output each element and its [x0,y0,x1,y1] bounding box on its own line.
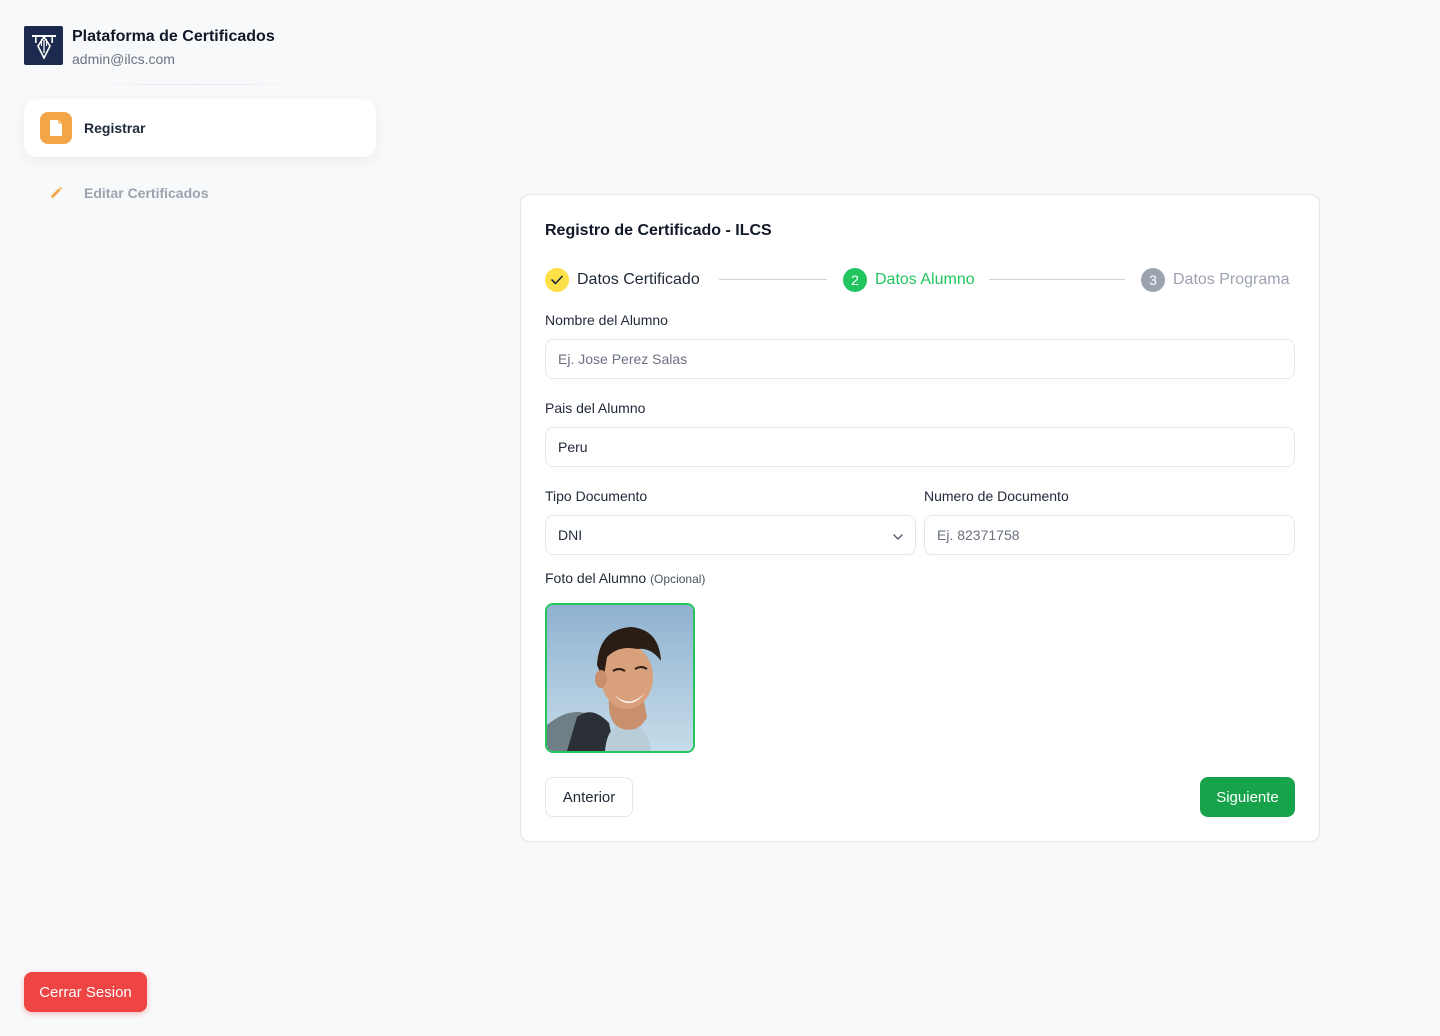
registration-card: Registro de Certificado - ILCS Datos Cer… [520,194,1320,842]
pais-label: Pais del Alumno [545,400,646,416]
pen-nib-icon [24,26,63,65]
step-datos-programa[interactable]: 3 Datos Programa [1141,267,1290,293]
chevron-down-icon [893,527,903,543]
sidebar-item-registrar[interactable]: Registrar [24,99,376,157]
document-icon [40,112,72,144]
brand: Plataforma de Certificados admin@ilcs.co… [24,26,275,68]
sidebar: Plataforma de Certificados admin@ilcs.co… [0,0,400,1036]
anterior-button[interactable]: Anterior [545,777,633,817]
foto-label: Foto del Alumno (Opcional) [545,570,705,586]
optional-tag: (Opcional) [650,572,706,586]
pencil-icon [40,177,72,209]
siguiente-button[interactable]: Siguiente [1200,777,1295,817]
pais-input[interactable] [545,427,1295,467]
tipo-documento-select[interactable]: DNI [545,515,916,555]
sidebar-item-editar-certificados[interactable]: Editar Certificados [24,164,376,222]
step-label: Datos Certificado [577,271,700,288]
check-icon [545,268,569,292]
step-number: 2 [843,268,867,292]
form-title: Registro de Certificado - ILCS [545,222,772,239]
selected-value: DNI [558,527,583,543]
brand-text: Plataforma de Certificados admin@ilcs.co… [72,26,275,68]
foto-label-text: Foto del Alumno [545,570,647,586]
student-photo[interactable] [545,603,695,753]
nombre-input[interactable] [545,339,1295,379]
step-number: 3 [1141,268,1165,292]
numero-documento-label: Numero de Documento [924,488,1069,504]
step-datos-alumno[interactable]: 2 Datos Alumno [843,267,975,293]
user-email: admin@ilcs.com [72,51,175,67]
tipo-documento-label: Tipo Documento [545,488,648,504]
avatar [547,605,693,751]
nombre-label: Nombre del Alumno [545,312,668,328]
step-label: Datos Alumno [875,271,975,288]
step-datos-certificado[interactable]: Datos Certificado [545,267,700,293]
sidebar-divider [70,84,320,85]
step-label: Datos Programa [1173,271,1290,288]
sidebar-item-label: Registrar [84,120,146,136]
step-connector [719,279,827,280]
sidebar-item-label: Editar Certificados [84,185,209,201]
logout-button[interactable]: Cerrar Sesion [24,972,147,1012]
step-connector [989,279,1125,280]
numero-documento-input[interactable] [924,515,1295,555]
brand-title: Plataforma de Certificados [72,28,275,45]
